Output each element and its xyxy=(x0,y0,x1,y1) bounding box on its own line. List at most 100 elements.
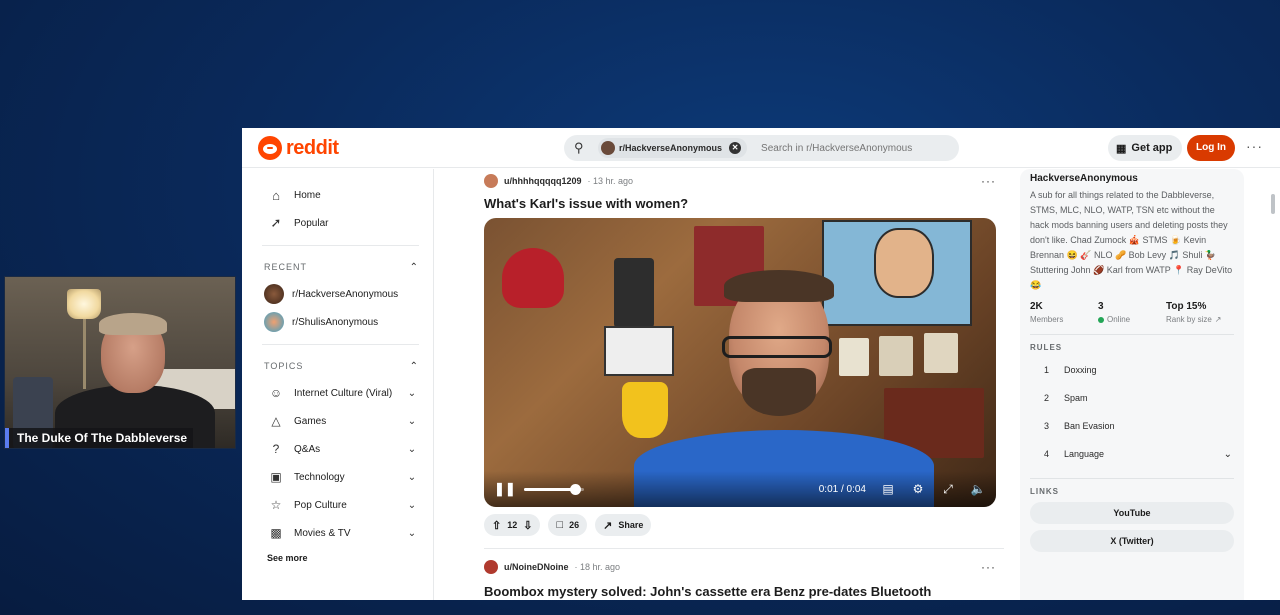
captions-icon[interactable]: ▤ xyxy=(880,482,896,496)
gamepad-icon: △ xyxy=(271,414,281,428)
chevron-down-icon: ⌄ xyxy=(407,499,417,511)
nav-home-label: Home xyxy=(294,189,321,201)
logo-text: reddit xyxy=(286,136,339,159)
members-label-text: Members xyxy=(1030,315,1064,324)
more-options-icon[interactable]: ··· xyxy=(981,174,1004,188)
rule-item[interactable]: 4 Language ⌄ xyxy=(1030,440,1234,468)
more-options-icon[interactable]: ··· xyxy=(981,560,1004,574)
fullscreen-icon[interactable]: ⤢ xyxy=(940,482,956,497)
host-beard xyxy=(742,368,816,416)
topic-internet-culture[interactable]: ☺ Internet Culture (Viral) ⌄ xyxy=(262,379,419,407)
host-glasses xyxy=(722,336,832,358)
members-value: 2K xyxy=(1030,301,1043,312)
more-options-icon[interactable]: ··· xyxy=(1246,138,1263,154)
nav-popular[interactable]: ➚ Popular xyxy=(262,209,419,237)
topic-pop-culture[interactable]: ☆ Pop Culture ⌄ xyxy=(262,491,419,519)
members-stat: 2K Members xyxy=(1030,301,1098,324)
share-button[interactable]: ↗ Share xyxy=(595,514,652,536)
online-stat: 3 Online xyxy=(1098,301,1166,324)
nav-popular-label: Popular xyxy=(294,217,329,229)
comment-icon: □ xyxy=(556,519,564,531)
close-icon[interactable]: ✕ xyxy=(729,142,742,154)
studio-lamp xyxy=(614,258,654,328)
post-card[interactable]: u/NoineDNoine · 18 hr. ago ··· Boombox m… xyxy=(484,548,1004,600)
vote-pill: ⇧ 12 ⇩ xyxy=(484,514,541,536)
post-card[interactable]: u/hhhhqqqqq1209 · 13 hr. ago ··· What's … xyxy=(484,169,1004,536)
rule-item[interactable]: 1 Doxxing xyxy=(1030,356,1234,384)
rule-number: 1 xyxy=(1044,365,1050,375)
gear-icon[interactable]: ⚙ xyxy=(910,482,926,496)
volume-knob[interactable] xyxy=(570,483,581,495)
rule-text: Language xyxy=(1064,449,1105,459)
upvote-icon[interactable]: ⇧ xyxy=(492,519,501,532)
rule-text: Spam xyxy=(1064,393,1088,403)
rank-label[interactable]: Rank by size ↗ xyxy=(1166,315,1234,324)
speaker-icon[interactable]: 🔈 xyxy=(970,482,986,496)
topic-movies-tv[interactable]: ▩ Movies & TV ⌄ xyxy=(262,519,419,547)
post-actions: ⇧ 12 ⇩ □ 26 ↗ Share xyxy=(484,514,1004,536)
get-app-button[interactable]: ▦ Get app xyxy=(1108,135,1183,161)
online-label-text: Online xyxy=(1107,315,1131,324)
links-header: LINKS xyxy=(1030,487,1059,496)
topic-games[interactable]: △ Games ⌄ xyxy=(262,407,419,435)
post-meta: u/hhhhqqqqq1209 · 13 hr. ago ··· xyxy=(484,169,1004,193)
chevron-down-icon: ⌄ xyxy=(1223,448,1232,460)
search-bar[interactable]: ⚲ r/HackverseAnonymous ✕ xyxy=(564,135,959,161)
topic-label: Q&As xyxy=(294,443,321,455)
rules-list: 1 Doxxing 2 Spam 3 Ban Evasion 4 Language ⌄ xyxy=(1030,356,1234,468)
rule-item[interactable]: 2 Spam xyxy=(1030,384,1234,412)
post-time: · 13 hr. ago xyxy=(587,176,634,186)
user-avatar[interactable] xyxy=(484,560,498,574)
rule-text: Doxxing xyxy=(1064,365,1097,375)
see-more-link[interactable]: See more xyxy=(262,553,419,563)
topics-header[interactable]: TOPICS ⌃ xyxy=(262,353,419,379)
subreddit-description: A sub for all things related to the Dabb… xyxy=(1030,190,1233,290)
shulis-avatar xyxy=(264,312,284,332)
post-author[interactable]: u/NoineDNoine xyxy=(504,562,569,572)
post-title[interactable]: Boombox mystery solved: John's cassette … xyxy=(484,583,1004,600)
subreddit-chip[interactable]: r/HackverseAnonymous ✕ xyxy=(598,138,748,158)
volume-slider[interactable] xyxy=(524,483,584,495)
rule-item[interactable]: 3 Ban Evasion xyxy=(1030,412,1234,440)
page-scrollbar[interactable] xyxy=(1271,194,1275,214)
rule-number: 3 xyxy=(1044,421,1050,431)
lamp-shape xyxy=(67,289,101,319)
rule-text: Ban Evasion xyxy=(1064,421,1115,431)
youtube-link-button[interactable]: YouTube xyxy=(1030,502,1234,524)
video-player[interactable]: ❚❚ 0:01 / 0:04 ▤ ⚙ ⤢ 🔈 xyxy=(484,218,996,507)
recent-item-shulis[interactable]: r/ShulisAnonymous xyxy=(262,308,419,336)
twitter-link-button[interactable]: X (Twitter) xyxy=(1030,530,1234,552)
vote-count: 12 xyxy=(507,520,518,530)
video-timecode: 0:01 / 0:04 xyxy=(818,483,866,495)
topic-label: Games xyxy=(294,415,327,427)
rank-label-text: Rank by size xyxy=(1166,315,1212,324)
share-label: Share xyxy=(618,520,644,530)
login-button[interactable]: Log In xyxy=(1187,135,1235,161)
recent-label: RECENT xyxy=(264,262,308,272)
wall-sign xyxy=(604,326,674,376)
left-nav: ⌂ Home ➚ Popular RECENT ⌃ r/HackverseAno… xyxy=(242,169,434,600)
yellow-shield xyxy=(622,382,668,438)
popular-icon: ➚ xyxy=(270,215,282,230)
nav-home[interactable]: ⌂ Home xyxy=(262,181,419,209)
recent-header[interactable]: RECENT ⌃ xyxy=(262,254,419,280)
lamp-pole xyxy=(83,319,86,389)
reddit-logo[interactable]: reddit xyxy=(258,136,339,160)
post-title[interactable]: What's Karl's issue with women? xyxy=(484,196,1004,212)
get-app-label: Get app xyxy=(1131,142,1173,154)
comment-count: 26 xyxy=(569,520,580,530)
recent-item-hackverse[interactable]: r/HackverseAnonymous xyxy=(262,280,419,308)
user-avatar[interactable] xyxy=(484,174,498,188)
post-feed: u/hhhhqqqqq1209 · 13 hr. ago ··· What's … xyxy=(484,169,1004,600)
chevron-down-icon: ⌄ xyxy=(407,443,417,455)
pause-icon[interactable]: ❚❚ xyxy=(494,481,516,497)
subreddit-sidebar: HackverseAnonymous A sub for all things … xyxy=(1020,169,1244,600)
topic-qas[interactable]: ? Q&As ⌄ xyxy=(262,435,419,463)
downvote-icon[interactable]: ⇩ xyxy=(523,519,532,532)
search-input[interactable] xyxy=(761,142,922,154)
question-icon: ? xyxy=(272,442,280,456)
comments-button[interactable]: □ 26 xyxy=(548,514,588,536)
topic-label: Internet Culture (Viral) xyxy=(294,387,393,399)
post-author[interactable]: u/hhhhqqqqq1209 xyxy=(504,176,582,186)
topic-technology[interactable]: ▣ Technology ⌄ xyxy=(262,463,419,491)
